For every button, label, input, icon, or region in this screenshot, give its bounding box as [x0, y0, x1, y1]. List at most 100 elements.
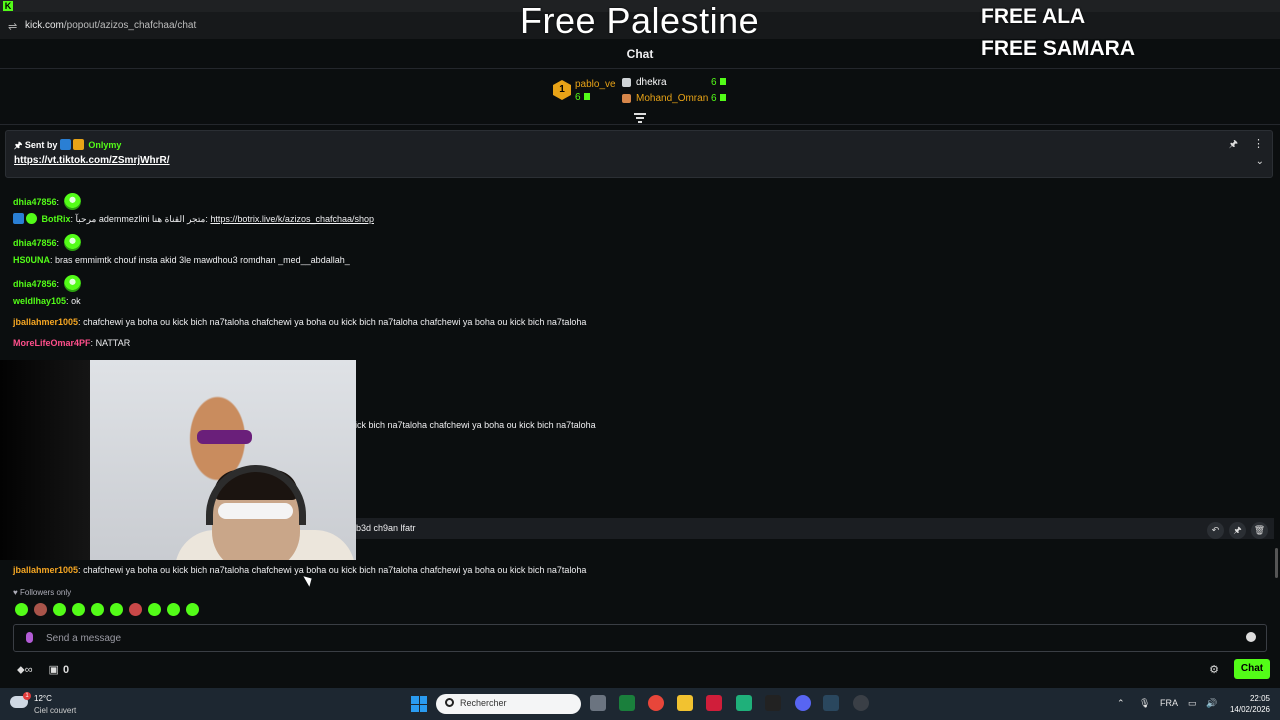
more-options-icon[interactable]: ⋮ [1253, 137, 1264, 150]
shop-link[interactable]: https://botrix.live/k/azizos_chafchaa/sh… [210, 214, 374, 224]
chat-username[interactable]: HS0UNA [13, 255, 50, 265]
emote-icon[interactable] [34, 603, 47, 616]
emote-icon[interactable] [129, 603, 142, 616]
emote-icon [63, 193, 81, 210]
collapse-leaderboard-icon[interactable] [634, 113, 646, 123]
kick-gem-icon [719, 78, 726, 85]
chat-input-box[interactable] [13, 624, 1267, 652]
chat-username[interactable]: dhia47856 [13, 197, 57, 207]
emoji-picker-icon[interactable] [1246, 632, 1256, 642]
chrome-icon[interactable] [648, 695, 664, 711]
obs-icon[interactable] [853, 695, 869, 711]
chat-username[interactable]: weldlhay105 [13, 296, 66, 306]
emote-icon[interactable] [91, 603, 104, 616]
language-indicator[interactable]: FRA [1160, 698, 1178, 708]
rank-1-badge-icon: 1 [553, 80, 571, 100]
chat-scrollbar[interactable] [1275, 548, 1278, 578]
file-explorer-icon[interactable] [677, 695, 693, 711]
pinned-link[interactable]: https://vt.tiktok.com/ZSmrjWhrR/ [14, 155, 170, 166]
app-icon[interactable] [765, 695, 781, 711]
gift-icon[interactable]: ▣ [49, 664, 59, 676]
app-icon[interactable] [706, 695, 722, 711]
clock-date: 14/02/2026 [1229, 705, 1270, 714]
message-actions: ↶ 🖈 🗑 [1202, 520, 1268, 539]
gear-icon[interactable]: ⚙ [1209, 663, 1219, 676]
clock[interactable]: 22:05 14/02/2026 [1226, 693, 1270, 715]
start-menu-icon[interactable] [411, 696, 427, 712]
emote-icon [63, 275, 81, 292]
temperature: 12°C [34, 694, 52, 703]
crown-badge-icon [72, 139, 84, 150]
chat-message-partial: ick bich na7taloha chafchewi ya boha ou … [355, 420, 596, 430]
emote-icon[interactable] [148, 603, 161, 616]
chat-username[interactable]: BotRix [42, 214, 71, 224]
network-icon[interactable]: ▭ [1188, 698, 1197, 709]
chat-message: BotRix: مرحبآ ademmezlini متجر القناة هن… [13, 213, 374, 225]
taskbar-search[interactable]: Rechercher [436, 694, 581, 714]
emote-icon[interactable] [167, 603, 180, 616]
moderator-badge-icon [13, 213, 24, 224]
followers-only-notice: ♥ Followers only [13, 588, 72, 597]
chat-username[interactable]: jballahmer1005 [13, 565, 78, 575]
gift-leaderboard: 1 pablo_ve 6 dhekra 6 Mohand_Omran 6 [0, 69, 1280, 125]
chat-controls: ⬥∞ ▣ 0 ⚙ Chat [0, 656, 1280, 686]
kick-gem-icon [719, 94, 726, 101]
reply-icon[interactable]: ↶ [1207, 522, 1224, 539]
emote-icon[interactable] [110, 603, 123, 616]
quick-emotes [15, 603, 205, 619]
unpin-icon[interactable]: 🖈 [1229, 137, 1238, 154]
delete-icon[interactable]: 🗑 [1251, 522, 1268, 539]
chat-message: dhia47856: [13, 193, 81, 210]
leaderboard-user-3[interactable]: Mohand_Omran [636, 93, 708, 104]
weather-desc: Ciel couvert [34, 706, 77, 715]
emote-icon[interactable] [15, 603, 28, 616]
microphone-icon[interactable] [26, 632, 33, 643]
chevron-up-icon[interactable]: ⌃ [1117, 698, 1125, 709]
leaderboard-user-1[interactable]: pablo_ve [575, 79, 616, 90]
pin-icon: 🖈 [14, 140, 23, 150]
drop-icon[interactable]: ⬥∞ [17, 664, 33, 676]
webcam-overlay [0, 360, 356, 560]
emote-icon[interactable] [186, 603, 199, 616]
app-icon[interactable] [619, 695, 635, 711]
leaderboard-count-3: 6 [711, 93, 726, 104]
search-placeholder: Rechercher [460, 698, 507, 708]
send-message-input[interactable] [46, 629, 1226, 647]
chat-username[interactable]: jballahmer1005 [13, 317, 78, 327]
chat-username[interactable]: dhia47856 [13, 238, 57, 248]
chat-message: HS0UNA: bras emmimtk chouf insta akid 3l… [13, 255, 350, 265]
pinned-sender-name[interactable]: Onlymy [88, 140, 121, 150]
microphone-tray-icon[interactable]: 🎙 [1139, 698, 1150, 709]
leaderboard-count-2: 6 [711, 77, 726, 88]
app-icon[interactable] [736, 695, 752, 711]
overlay-banner-right-2: FREE SAMARA [981, 37, 1136, 60]
rank-3-badge-icon [622, 94, 631, 103]
chat-message: dhia47856: [13, 275, 81, 292]
chat-username[interactable]: MoreLifeOmar4PF [13, 338, 91, 348]
chat-controls-left: ⬥∞ ▣ 0 [17, 663, 69, 677]
leaderboard-user-2[interactable]: dhekra [636, 77, 667, 88]
overlay-banner-center: Free Palestine [520, 0, 760, 41]
steam-icon[interactable] [823, 695, 839, 711]
chat-username[interactable]: dhia47856 [13, 279, 57, 289]
hovered-message-text: b3d ch9an lfatr [356, 523, 416, 533]
volume-icon[interactable]: 🔊 [1206, 698, 1217, 709]
mouse-cursor-icon [303, 573, 315, 587]
kick-gem-icon [583, 93, 590, 100]
search-icon [445, 698, 454, 707]
heart-icon: ♥ [13, 588, 18, 597]
url-text[interactable]: kick.com/popout/azizos_chafchaa/chat [25, 20, 196, 31]
task-view-icon[interactable] [590, 695, 606, 711]
chat-message: dhia47856: [13, 234, 81, 251]
pin-message-icon[interactable]: 🖈 [1229, 522, 1246, 539]
kick-logo-icon: K [3, 1, 13, 11]
emote-icon[interactable] [53, 603, 66, 616]
discord-icon[interactable] [795, 695, 811, 711]
weather-alert-badge: 1 [23, 692, 31, 700]
chat-message: jballahmer1005: chafchewi ya boha ou kic… [13, 565, 587, 575]
site-settings-icon[interactable]: ⇌ [8, 20, 17, 33]
send-chat-button[interactable]: Chat [1234, 659, 1270, 679]
chat-message: jballahmer1005: chafchewi ya boha ou kic… [13, 317, 587, 327]
chevron-down-icon[interactable]: ⌄ [1256, 156, 1264, 167]
emote-icon[interactable] [72, 603, 85, 616]
